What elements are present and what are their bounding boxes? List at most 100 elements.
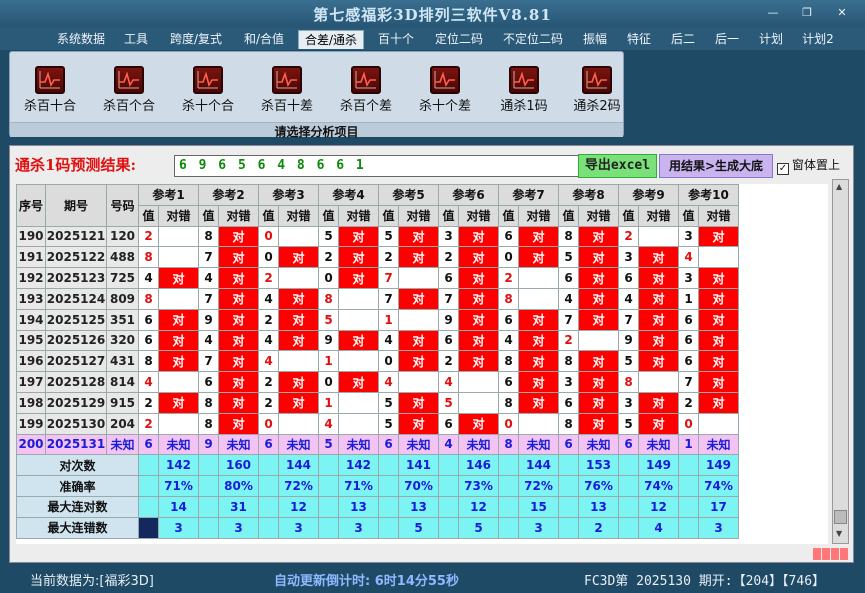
scroll-up-icon[interactable]: ▲ xyxy=(836,182,842,191)
ref-value-cell: 8 xyxy=(138,246,159,269)
menu-item-position2[interactable]: 定位二码 xyxy=(428,30,490,49)
row-seq: 198 xyxy=(16,391,46,414)
summary-value-cell: 12 xyxy=(638,495,679,518)
menu-item-span[interactable]: 跨度/复式 xyxy=(164,30,228,49)
table-row[interactable]: 200 2025131 未知 6 未知 9 未知 6 未知 5 未知 6 未知 4 未知 8 未知 6 未知 6 未知 1… xyxy=(16,433,739,456)
ribbon-button-label: 杀百个差 xyxy=(339,99,392,114)
ref-check-cell: 对 xyxy=(278,246,319,269)
ribbon-button-8[interactable]: 通杀2码 xyxy=(562,66,632,114)
table-row[interactable]: 196 2025127 431 8 对 7 对 4 1 0 对 2 对 8 对 8 对 5 对 6 对 xyxy=(16,350,739,373)
menu-item-last2[interactable]: 后二 xyxy=(666,30,700,49)
ref-value-cell: 7 xyxy=(378,267,399,289)
ref-value-cell: 5 xyxy=(618,350,639,373)
ribbon-button-5[interactable]: 杀百个差 xyxy=(331,66,401,114)
maximize-icon[interactable]: ❐ xyxy=(798,6,816,20)
subheader-check: 对错 xyxy=(458,204,499,227)
ref-value-cell: 7 xyxy=(558,308,579,331)
ribbon-button-1[interactable]: 杀百十合 xyxy=(15,66,85,114)
table-row[interactable]: 198 2025129 915 2 对 8 对 2 对 1 5 对 5 8 对 6 对 3 对 2 对 xyxy=(16,391,739,414)
scrollbar-thumb[interactable] xyxy=(834,510,847,524)
ribbon-button-4[interactable]: 杀百十差 xyxy=(252,66,322,114)
ref-check-cell xyxy=(158,287,199,310)
export-excel-button[interactable]: 导出excel xyxy=(578,154,657,178)
menu-item-amplitude[interactable]: 振幅 xyxy=(578,30,612,49)
menu-item-nonposition2[interactable]: 不定位二码 xyxy=(496,30,570,49)
ref-value-cell: 6 xyxy=(498,225,519,248)
table-row[interactable]: 193 2025124 809 8 7 对 4 对 8 7 对 7 对 8 4 对 4 对 1 对 xyxy=(16,287,739,310)
ref-check-cell: 对 xyxy=(278,371,319,393)
app-title: 第七感福彩3D排列三软件V8.81 xyxy=(313,6,552,24)
menu-item-last1[interactable]: 后一 xyxy=(710,30,744,49)
checkbox-check-icon[interactable]: ✓ xyxy=(777,163,789,175)
ref-check-cell xyxy=(698,412,739,435)
menu-item-sum[interactable]: 和/合值 xyxy=(238,30,290,49)
summary-spacer-cell xyxy=(318,475,339,497)
ref-check-cell: 对 xyxy=(338,371,379,393)
row-number: 351 xyxy=(106,308,139,331)
minimize-icon[interactable]: — xyxy=(764,6,782,20)
ribbon-caption: 请选择分析项目 xyxy=(10,122,623,139)
ref-check-cell xyxy=(338,308,379,331)
summary-spacer-cell xyxy=(438,495,459,518)
ref-check-cell: 对 xyxy=(638,287,679,310)
ref-value-cell: 5 xyxy=(378,391,399,414)
menu-item-feature[interactable]: 特征 xyxy=(622,30,656,49)
ref-check-cell xyxy=(398,267,439,289)
scroll-down-icon[interactable]: ▼ xyxy=(836,529,842,538)
summary-spacer-cell xyxy=(558,475,579,497)
menu-item-plan[interactable]: 计划 xyxy=(754,30,788,49)
ref-check-cell xyxy=(458,371,499,393)
ref-check-cell: 对 xyxy=(578,225,619,248)
row-seq: 196 xyxy=(16,350,46,373)
result-panel: 通杀1码预测结果: 6 9 6 5 6 4 8 6 6 1 导出excel 用结… xyxy=(9,145,854,563)
current-data-label: 当前数据为:[福彩3D] xyxy=(30,574,154,589)
ref-check-cell: 对 xyxy=(698,350,739,373)
result-field[interactable]: 6 9 6 5 6 4 8 6 6 1 xyxy=(174,155,584,177)
ref-check-cell xyxy=(278,350,319,373)
table-row[interactable]: 197 2025128 814 4 6 对 2 对 0 对 4 4 6 对 3 对 8 7 对 xyxy=(16,371,739,393)
generate-base-button[interactable]: 用结果>生成大底 xyxy=(659,154,773,178)
ribbon-button-7[interactable]: 通杀1码 xyxy=(489,66,559,114)
ref-value-cell: 4 xyxy=(378,371,399,393)
table-row[interactable]: 199 2025130 204 2 8 对 0 4 5 对 6 对 0 8 对 5 对 0 xyxy=(16,412,739,435)
menu-item-bsg[interactable]: 百十个 xyxy=(372,30,420,49)
row-seq: 191 xyxy=(16,246,46,269)
subheader-check: 对错 xyxy=(638,204,679,227)
table-row[interactable]: 195 2025126 320 6 对 4 对 4 对 9 对 4 对 6 对 4 对 2 9 对 6 对 xyxy=(16,329,739,352)
topmost-checkbox[interactable]: ✓ 窗体置上 xyxy=(777,156,840,175)
row-period: 2025125 xyxy=(45,308,107,331)
ref-check-cell: 对 xyxy=(218,287,259,310)
ribbon-button-2[interactable]: 杀百个合 xyxy=(94,66,164,114)
ribbon-button-label: 杀十个合 xyxy=(181,99,234,114)
ref-value-cell: 8 xyxy=(558,350,579,373)
ref-value-cell: 6 xyxy=(558,267,579,289)
ribbon-button-6[interactable]: 杀十个差 xyxy=(410,66,480,114)
ref-value-cell: 2 xyxy=(558,329,579,352)
ref-check-cell: 对 xyxy=(278,329,319,352)
table-row[interactable]: 191 2025122 488 8 7 对 0 对 2 对 2 对 2 对 0 对 5 对 3 对 4 xyxy=(16,246,739,269)
ref-check-cell: 对 xyxy=(158,267,199,289)
summary-spacer-cell xyxy=(138,516,159,539)
table-row[interactable]: 190 2025121 120 2 8 对 0 5 对 5 对 3 对 6 对 8 对 2 3 对 xyxy=(16,225,739,248)
subheader-check: 对错 xyxy=(518,204,559,227)
close-icon[interactable]: ✕ xyxy=(833,6,851,20)
table-row[interactable]: 194 2025125 351 6 对 9 对 2 对 5 1 9 对 6 对 7 对 7 对 6 对 xyxy=(16,308,739,331)
menu-item-plan2[interactable]: 计划2 xyxy=(798,30,838,49)
menu-item-hecha[interactable]: 合差/通杀 xyxy=(298,30,364,49)
ribbon-button-3[interactable]: 杀十个合 xyxy=(173,66,243,114)
menu-item-system-data[interactable]: 系统数据 xyxy=(50,30,112,49)
summary-spacer-cell xyxy=(558,516,579,539)
ref-value-cell: 1 xyxy=(678,433,699,456)
vertical-scrollbar[interactable]: ▲ ▼ xyxy=(832,179,849,544)
row-number: 204 xyxy=(106,412,139,435)
summary-value-cell: 149 xyxy=(638,454,679,477)
summary-spacer-cell xyxy=(678,475,699,497)
chart-icon xyxy=(513,71,534,89)
menu-item-tools[interactable]: 工具 xyxy=(118,30,154,49)
summary-value-cell: 13 xyxy=(578,495,619,518)
ref-check-cell: 对 xyxy=(638,267,679,289)
ref-check-cell: 对 xyxy=(338,225,379,248)
ref-check-cell: 未知 xyxy=(638,433,679,456)
table-row[interactable]: 192 2025123 725 4 对 4 对 2 0 对 7 6 对 2 6 对 6 对 3 对 xyxy=(16,267,739,289)
ref-check-cell: 未知 xyxy=(218,433,259,456)
